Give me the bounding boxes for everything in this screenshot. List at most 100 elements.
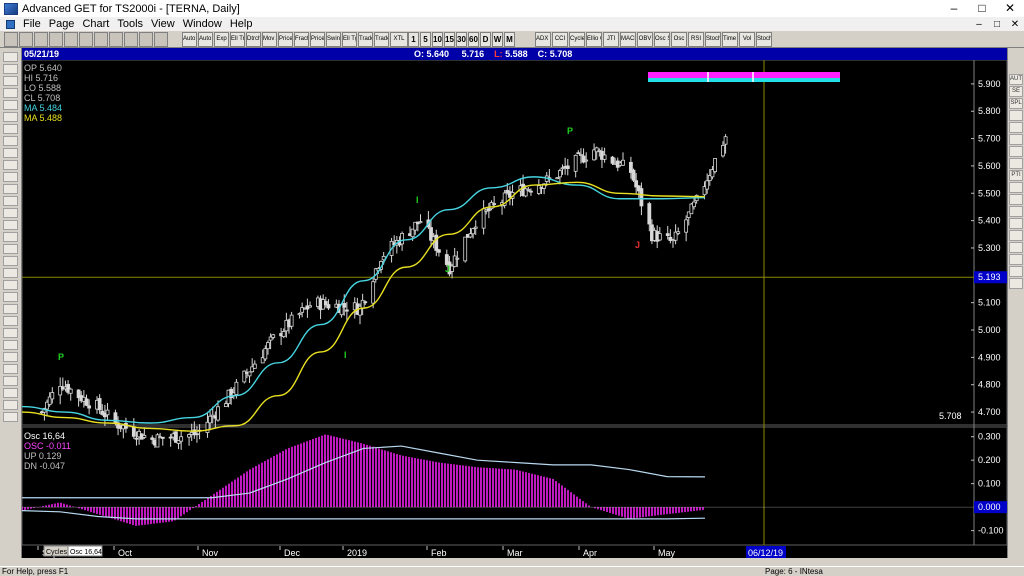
draw-tool-11[interactable] (3, 184, 18, 194)
study-tool-12[interactable] (1009, 218, 1023, 229)
study-tool-2[interactable]: SPL (1009, 98, 1023, 109)
mdi-minimize-button[interactable]: – (970, 19, 988, 30)
toolbar-study-7[interactable]: Fract (294, 32, 309, 47)
draw-tool-12[interactable] (3, 196, 18, 206)
study-tool-6[interactable] (1009, 146, 1023, 157)
toolbar-indicator-6[interactable]: OBV (637, 32, 653, 47)
draw-tool-21[interactable] (3, 304, 18, 314)
draw-tool-7[interactable] (3, 136, 18, 146)
toolbar-study-5[interactable]: Mov Avg (262, 32, 277, 47)
toolbar-indicator-8[interactable]: Osc (671, 32, 687, 47)
document-icon[interactable] (6, 19, 15, 29)
close-button[interactable]: ✕ (996, 0, 1024, 17)
toolbar-study-8[interactable]: Price Proj (310, 32, 325, 47)
study-tool-7[interactable] (1009, 158, 1023, 169)
toolbar-indicator-2[interactable]: Cycles (569, 32, 585, 47)
menu-view[interactable]: View (147, 18, 179, 30)
toolbar-study-1[interactable]: Auto Track (198, 32, 213, 47)
price-chart[interactable]: 5.900 5.800 5.700 5.600 5.500 5.400 5.300 5.193… (22, 60, 1007, 558)
toolbar-indicator-7[interactable]: Osc Stat (654, 32, 670, 47)
study-tool-5[interactable] (1009, 134, 1023, 145)
chart-window[interactable]: 05/21/19 O: 5.640 5.716 L: 5.588 C: 5.70… (22, 48, 1007, 558)
menu-window[interactable]: Window (179, 18, 226, 30)
draw-tool-3[interactable] (3, 88, 18, 98)
draw-tool-15[interactable] (3, 232, 18, 242)
draw-tool-14[interactable] (3, 220, 18, 230)
study-tool-0[interactable]: AUT (1009, 74, 1023, 85)
toolbar-icon-4[interactable] (64, 32, 78, 47)
study-tool-16[interactable] (1009, 266, 1023, 277)
study-tool-17[interactable] (1009, 278, 1023, 289)
period-button-W[interactable]: W (492, 32, 503, 47)
draw-tool-20[interactable] (3, 292, 18, 302)
toolbar-study-11[interactable]: Trade Setup (358, 32, 373, 47)
toolbar-icon-5[interactable] (79, 32, 93, 47)
study-tool-15[interactable] (1009, 254, 1023, 265)
study-tool-13[interactable] (1009, 230, 1023, 241)
draw-tool-4[interactable] (3, 100, 18, 110)
period-button-10[interactable]: 10 (432, 32, 443, 47)
draw-tool-28[interactable] (3, 388, 18, 398)
period-button-M[interactable]: M (504, 32, 515, 47)
toolbar-indicator-13[interactable]: Stoch/ Elect (756, 32, 772, 47)
draw-tool-5[interactable] (3, 112, 18, 122)
study-tool-8[interactable]: PTI (1009, 170, 1023, 181)
draw-tool-22[interactable] (3, 316, 18, 326)
draw-tool-13[interactable] (3, 208, 18, 218)
toolbar-icon-7[interactable] (109, 32, 123, 47)
menu-chart[interactable]: Chart (78, 18, 113, 30)
mdi-close-button[interactable]: ✕ (1006, 19, 1024, 30)
toolbar-icon-3[interactable] (49, 32, 63, 47)
toolbar-icon-10[interactable] (154, 32, 168, 47)
toolbar-indicator-9[interactable]: RSI (688, 32, 704, 47)
menu-page[interactable]: Page (45, 18, 79, 30)
toolbar-study-13[interactable]: XTL (390, 32, 408, 47)
toolbar-study-6[interactable]: Price Scale (278, 32, 293, 47)
toolbar-indicator-1[interactable]: CCI (552, 32, 568, 47)
toolbar-icon-0[interactable] (4, 32, 18, 47)
draw-tool-29[interactable] (3, 400, 18, 410)
study-tool-9[interactable] (1009, 182, 1023, 193)
draw-tool-24[interactable] (3, 340, 18, 350)
draw-tool-10[interactable] (3, 172, 18, 182)
study-tool-14[interactable] (1009, 242, 1023, 253)
draw-tool-27[interactable] (3, 376, 18, 386)
draw-tool-16[interactable] (3, 244, 18, 254)
study-tool-3[interactable] (1009, 110, 1023, 121)
study-tool-1[interactable]: SE (1009, 86, 1023, 97)
study-tool-10[interactable] (1009, 194, 1023, 205)
toolbar-study-4[interactable]: Dtrch (246, 32, 261, 47)
minimize-button[interactable]: – (940, 0, 968, 17)
draw-tool-30[interactable] (3, 412, 18, 422)
menu-help[interactable]: Help (226, 18, 257, 30)
draw-tool-1[interactable] (3, 64, 18, 74)
study-tool-4[interactable] (1009, 122, 1023, 133)
period-button-15[interactable]: 15 (444, 32, 455, 47)
period-button-D[interactable]: D (480, 32, 491, 47)
draw-tool-8[interactable] (3, 148, 18, 158)
toolbar-icon-2[interactable] (34, 32, 48, 47)
draw-tool-9[interactable] (3, 160, 18, 170)
toolbar-study-10[interactable]: Ell Tgt (342, 32, 357, 47)
period-button-60[interactable]: 60 (468, 32, 479, 47)
toolbar-indicator-3[interactable]: Ellio Osc (586, 32, 602, 47)
toolbar-icon-8[interactable] (124, 32, 138, 47)
toolbar-study-12[interactable]: Trade Profile (374, 32, 389, 47)
draw-tool-19[interactable] (3, 280, 18, 290)
period-button-5[interactable]: 5 (420, 32, 431, 47)
toolbar-study-0[interactable]: Auto Sum (182, 32, 197, 47)
study-tool-11[interactable] (1009, 206, 1023, 217)
mdi-restore-button[interactable]: □ (988, 19, 1006, 30)
toolbar-study-3[interactable]: Ell Track (230, 32, 245, 47)
toolbar-icon-9[interactable] (139, 32, 153, 47)
period-button-30[interactable]: 30 (456, 32, 467, 47)
toolbar-study-2[interactable]: Exp (214, 32, 229, 47)
draw-tool-18[interactable] (3, 268, 18, 278)
toolbar-indicator-10[interactable]: Stoch (705, 32, 721, 47)
draw-tool-2[interactable] (3, 76, 18, 86)
toolbar-indicator-12[interactable]: Vol (739, 32, 755, 47)
menu-tools[interactable]: Tools (113, 18, 147, 30)
horizontal-scrollbar[interactable] (0, 558, 1024, 566)
draw-tool-25[interactable] (3, 352, 18, 362)
toolbar-study-9[interactable]: Swing Proj (326, 32, 341, 47)
